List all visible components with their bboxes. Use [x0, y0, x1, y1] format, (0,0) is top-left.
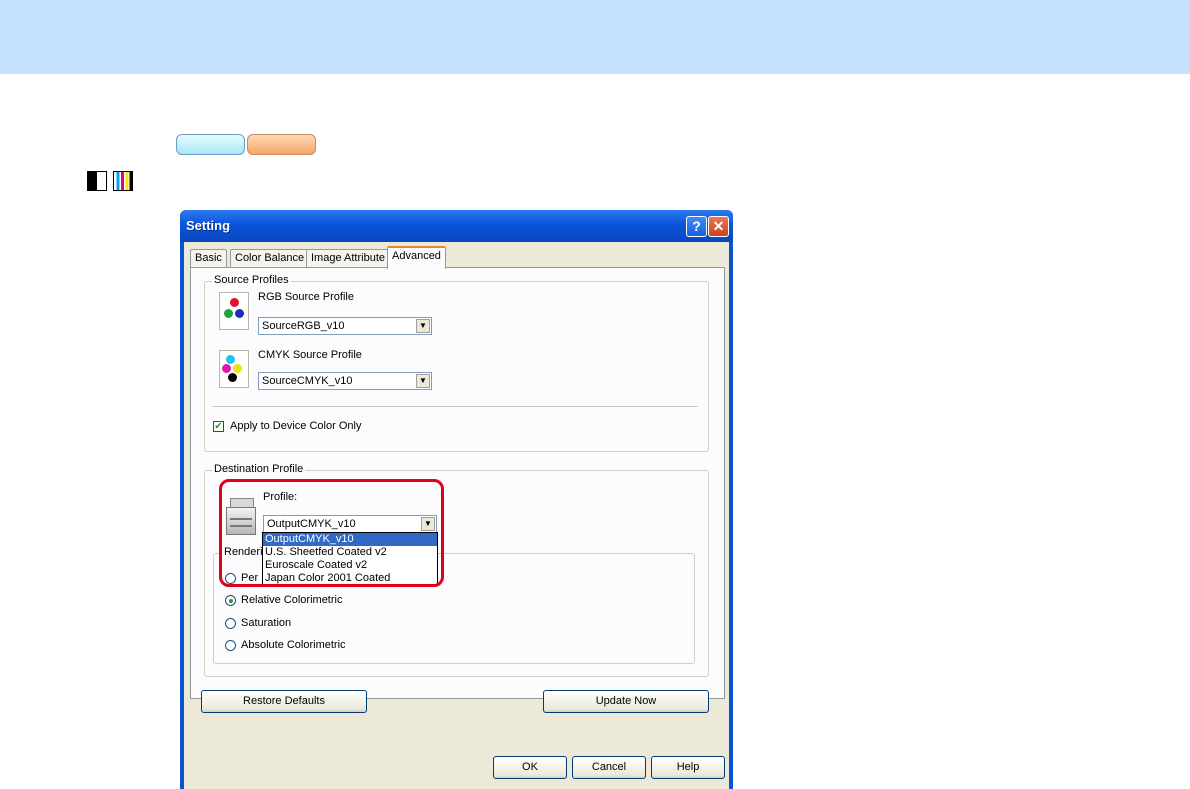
- apply-device-color-label: Apply to Device Color Only: [230, 420, 362, 432]
- radio-absolute-colorimetric-label: Absolute Colorimetric: [241, 639, 346, 651]
- separator: [212, 406, 698, 408]
- setting-dialog: Setting ? ✕ Basic Color Balance Image At…: [180, 210, 733, 789]
- radio-absolute-colorimetric[interactable]: [225, 640, 236, 651]
- apply-device-color-checkbox[interactable]: ✔: [213, 421, 224, 432]
- cancel-button[interactable]: Cancel: [572, 756, 646, 779]
- rgb-source-label: RGB Source Profile: [258, 291, 354, 303]
- chevron-down-icon[interactable]: ▼: [416, 319, 430, 333]
- cmyk-profile-icon: [219, 350, 249, 388]
- top-banner: [0, 0, 1190, 74]
- advanced-panel: Source Profiles RGB Source Profile Sourc…: [190, 267, 725, 713]
- radio-saturation-label: Saturation: [241, 617, 292, 629]
- source-profiles-label: Source Profiles: [212, 274, 291, 286]
- rgb-profile-icon: [219, 292, 249, 330]
- help-icon[interactable]: ?: [686, 216, 707, 237]
- tab-color-balance[interactable]: Color Balance: [230, 249, 310, 268]
- tab-basic[interactable]: Basic: [190, 249, 227, 268]
- radio-saturation[interactable]: [225, 618, 236, 629]
- dialog-title: Setting: [186, 218, 231, 233]
- mode-badge-blue: [176, 134, 245, 155]
- tab-image-attribute[interactable]: Image Attribute: [306, 249, 390, 268]
- radio-relative-colorimetric-label: Relative Colorimetric: [241, 594, 343, 606]
- mode-badge-orange: [247, 134, 316, 155]
- cmyk-source-value: SourceCMYK_v10: [262, 375, 353, 387]
- destination-profile-label: Destination Profile: [212, 463, 306, 475]
- help-button[interactable]: Help: [651, 756, 725, 779]
- dialog-titlebar: Setting ? ✕: [180, 210, 733, 242]
- cmyk-source-label: CMYK Source Profile: [258, 349, 362, 361]
- close-icon[interactable]: ✕: [708, 216, 729, 237]
- cmyk-source-select[interactable]: SourceCMYK_v10 ▼: [258, 372, 432, 390]
- ok-button[interactable]: OK: [493, 756, 567, 779]
- radio-relative-colorimetric[interactable]: [225, 595, 236, 606]
- rgb-source-value: SourceRGB_v10: [262, 320, 345, 332]
- color-bars-icon: [113, 171, 133, 191]
- tab-advanced[interactable]: Advanced: [387, 246, 446, 269]
- black-white-icon: [87, 171, 107, 191]
- dialog-client-area: Basic Color Balance Image Attribute Adva…: [184, 242, 729, 789]
- source-profiles-group: Source Profiles RGB Source Profile Sourc…: [204, 274, 709, 452]
- update-now-button[interactable]: Update Now: [543, 690, 709, 713]
- restore-defaults-button[interactable]: Restore Defaults: [201, 690, 367, 713]
- highlight-annotation: [219, 479, 444, 587]
- chevron-down-icon[interactable]: ▼: [416, 374, 430, 388]
- rgb-source-select[interactable]: SourceRGB_v10 ▼: [258, 317, 432, 335]
